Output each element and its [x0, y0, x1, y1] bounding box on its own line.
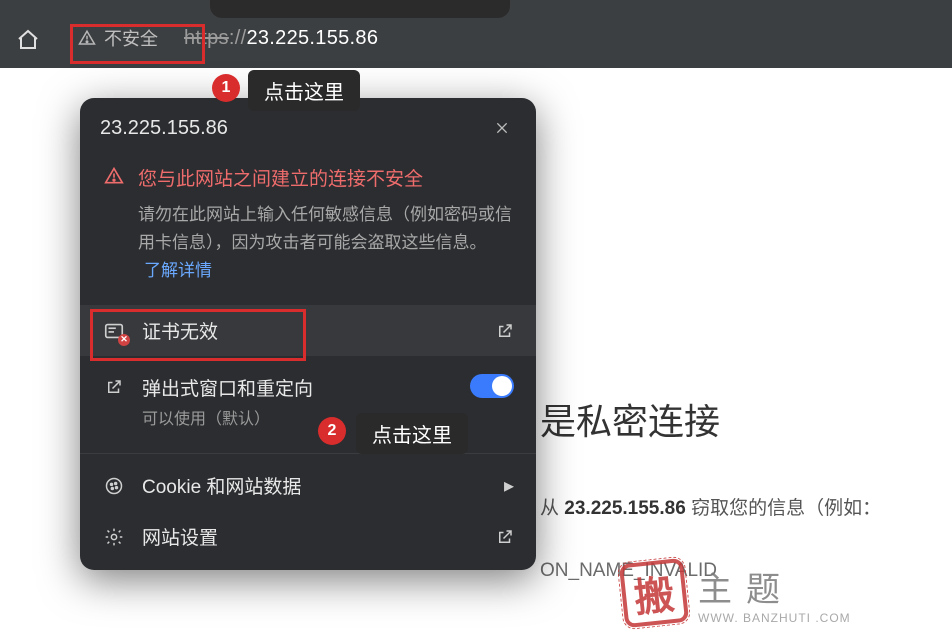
url-scheme: https	[184, 27, 229, 49]
home-icon	[16, 28, 40, 52]
page-line2-prefix: 从	[540, 498, 564, 519]
certificate-invalid-icon: ✕	[102, 320, 126, 342]
home-button[interactable]	[10, 22, 46, 58]
site-settings-row[interactable]: 网站设置	[80, 511, 536, 562]
annotation-badge-2: 2	[318, 417, 346, 445]
watermark-sub: WWW. BANZHUTI .COM	[698, 611, 851, 625]
gear-icon	[102, 527, 126, 547]
chevron-right-icon: ▸	[504, 473, 514, 498]
warning-triangle-icon	[104, 166, 124, 285]
warning-body: 请勿在此网站上输入任何敏感信息（例如密码或信用卡信息），因为攻击者可能会盗取这些…	[138, 205, 512, 252]
not-secure-label: 不安全	[104, 25, 158, 51]
certificate-row[interactable]: ✕ 证书无效	[80, 305, 536, 356]
connection-warning: 您与此网站之间建立的连接不安全 请勿在此网站上输入任何敏感信息（例如密码或信用卡…	[80, 148, 536, 305]
certificate-row-label: 证书无效	[142, 317, 218, 344]
popup-title: 23.225.155.86	[100, 117, 228, 140]
warning-heading: 您与此网站之间建立的连接不安全	[138, 164, 512, 195]
address-bar[interactable]: 不安全 https://23.225.155.86	[54, 18, 378, 58]
open-in-new-icon	[496, 322, 514, 340]
page-line2-ip: 23.225.155.86	[564, 498, 686, 519]
popups-toggle[interactable]	[470, 374, 514, 398]
close-icon	[494, 120, 510, 136]
url-separator: ://	[229, 27, 247, 49]
not-secure-chip[interactable]: 不安全	[68, 23, 168, 53]
page-heading-fragment: 是私密连接	[540, 393, 952, 445]
cookies-row-label: Cookie 和网站数据	[142, 472, 301, 499]
popup-close-button[interactable]	[488, 114, 516, 142]
site-info-popup: 23.225.155.86 您与此网站之间建立的连接不安全 请勿在此网站上输入任…	[80, 98, 536, 570]
page-warning-line: 从 23.225.155.86 窃取您的信息（例如：	[540, 493, 952, 520]
watermark-stamp-icon: 搬	[619, 558, 689, 628]
learn-more-link[interactable]: 了解详情	[144, 261, 212, 280]
page-line2-suffix: 窃取您的信息（例如：	[686, 498, 881, 519]
site-settings-row-label: 网站设置	[142, 523, 218, 550]
annotation-tooltip-2: 点击这里	[356, 413, 468, 454]
warning-triangle-icon	[78, 29, 96, 47]
annotation-tooltip-1: 点击这里	[248, 70, 360, 111]
url-text[interactable]: https://23.225.155.86	[184, 27, 378, 50]
cookie-icon	[102, 476, 126, 496]
watermark-main: 主题	[698, 562, 851, 611]
divider	[80, 453, 536, 454]
popups-row-label: 弹出式窗口和重定向	[142, 374, 313, 401]
open-in-new-icon	[496, 528, 514, 546]
url-host: 23.225.155.86	[246, 27, 378, 49]
annotation-badge-1: 1	[212, 74, 240, 102]
tab-bar-fragment	[210, 0, 510, 18]
cookies-row[interactable]: Cookie 和网站数据 ▸	[80, 460, 536, 511]
open-in-new-icon	[102, 378, 126, 396]
popups-row-sublabel: 可以使用（默认）	[142, 405, 313, 429]
watermark: 搬 主题 WWW. BANZHUTI .COM	[622, 558, 862, 628]
